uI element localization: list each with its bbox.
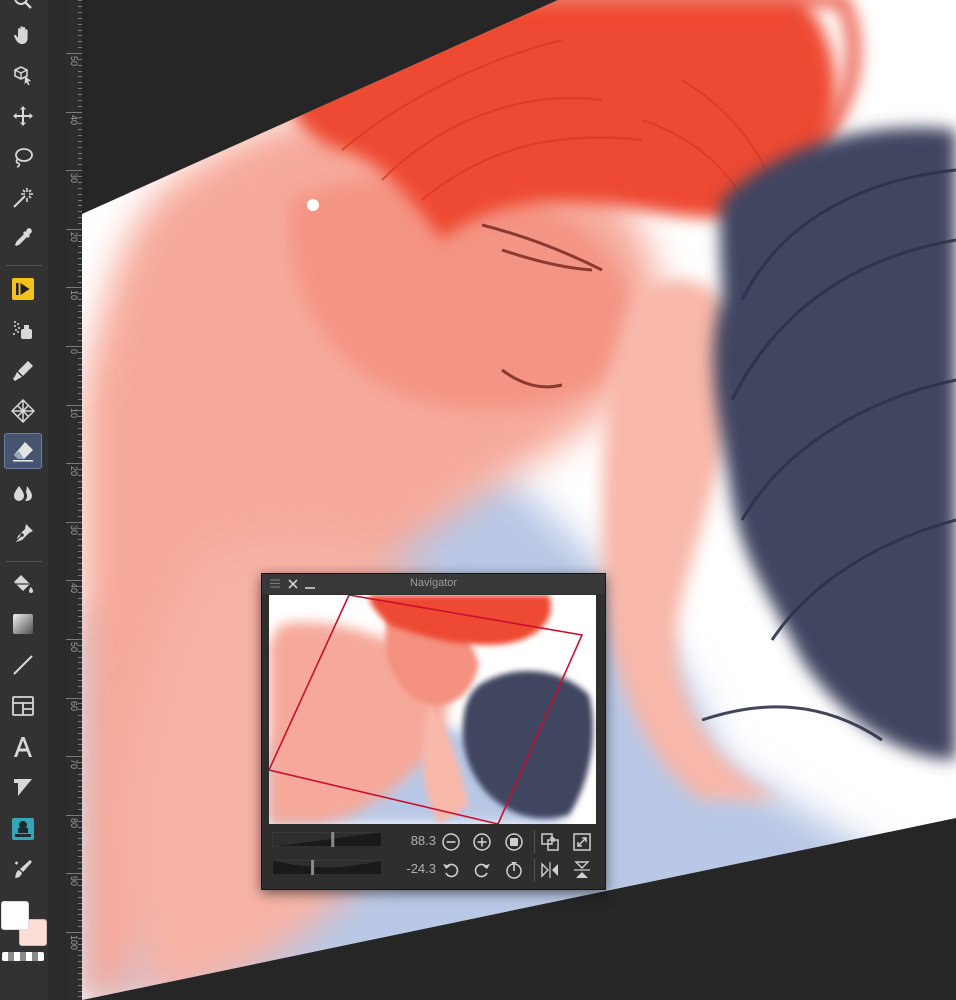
decoration-tool-button[interactable]	[4, 393, 42, 429]
fit-to-screen-button[interactable]	[571, 831, 593, 853]
eyedropper-tool-button[interactable]	[4, 220, 42, 256]
fit-screen-icon	[573, 833, 591, 851]
pattern-icon	[11, 399, 35, 423]
zoom-in-button[interactable]	[471, 831, 493, 853]
rotate-left-icon	[443, 863, 459, 878]
text-tool-button[interactable]	[4, 729, 42, 765]
fit-to-navigator-button[interactable]	[539, 831, 561, 853]
hand-tool-button[interactable]	[4, 17, 42, 53]
move-arrows-icon	[13, 106, 33, 126]
paint-bucket-icon	[14, 575, 33, 593]
gradient-tool-button[interactable]	[4, 606, 42, 642]
tool-palette	[0, 0, 48, 1000]
rotate-left-button[interactable]	[440, 859, 462, 881]
rotate-right-button[interactable]	[471, 859, 493, 881]
rotate-right-icon	[474, 863, 490, 878]
transparent-color-swatch[interactable]	[2, 952, 44, 961]
brush-tool-button[interactable]	[4, 516, 42, 552]
flip-vertical-icon	[574, 861, 590, 878]
airbrush-icon	[13, 321, 32, 339]
navigator-title: Navigator	[409, 577, 458, 589]
flip-vertical-button[interactable]	[571, 859, 593, 881]
reset-rotation-button[interactable]	[503, 859, 525, 881]
blend-tool-button[interactable]	[4, 475, 42, 511]
object-cursor-icon	[14, 66, 31, 86]
pen-icon	[13, 361, 33, 381]
magic-wand-icon	[13, 188, 33, 208]
navigator-panel: Navigator 88.3 -24.3	[261, 573, 606, 890]
zoom-value: 88.3	[410, 833, 436, 848]
timelapse-tool-button[interactable]	[4, 271, 42, 307]
flip-horizontal-button[interactable]	[539, 859, 561, 881]
vertical-ruler: 50 40 30 20 10 0 10 20 30 40 50 60 70 80 90 100	[66, 0, 83, 1000]
zoom-out-icon	[442, 833, 460, 851]
fit-inward-icon	[541, 833, 559, 851]
zoom-in-icon	[473, 833, 491, 851]
earring	[307, 199, 319, 211]
line-icon	[13, 655, 33, 675]
main-color-swatch[interactable]	[1, 901, 29, 930]
play-frame-icon	[12, 278, 34, 300]
lasso-tool-button[interactable]	[4, 139, 42, 175]
reset-rotation-icon	[506, 862, 522, 879]
eraser-tool-button[interactable]	[4, 433, 42, 469]
zoom-slider-handle[interactable]	[331, 832, 335, 847]
navigator-separator	[534, 831, 535, 853]
navigator-separator	[534, 859, 535, 881]
toolbar-separator	[6, 561, 42, 562]
object-tool-button[interactable]	[4, 57, 42, 93]
rotation-value: -24.3	[406, 861, 436, 876]
navigator-title-bar[interactable]: Navigator	[262, 574, 605, 594]
magnifier-icon	[14, 0, 32, 9]
hand-icon	[14, 26, 28, 44]
zoom-out-button[interactable]	[440, 831, 462, 853]
balloon-icon	[14, 779, 32, 796]
frame-tool-button[interactable]	[4, 688, 42, 724]
preview-image	[269, 595, 596, 824]
move-tool-button[interactable]	[4, 98, 42, 134]
frame-border-icon	[12, 696, 34, 716]
magic-brush-tool-button[interactable]	[4, 851, 42, 887]
droplets-icon	[14, 486, 32, 501]
flip-horizontal-icon	[541, 862, 558, 878]
toolbar-scroll-strip	[48, 0, 66, 1000]
stamp-icon	[12, 818, 34, 840]
actual-size-icon	[505, 833, 523, 851]
fill-tool-button[interactable]	[4, 566, 42, 602]
text-icon	[14, 737, 32, 757]
actual-size-button[interactable]	[503, 831, 525, 853]
pen-tool-button[interactable]	[4, 353, 42, 389]
rotation-slider-handle[interactable]	[311, 860, 315, 875]
toolbar-separator	[6, 265, 42, 266]
navigator-preview[interactable]	[269, 595, 596, 824]
airbrush-tool-button[interactable]	[4, 312, 42, 348]
figure-tool-button[interactable]	[4, 647, 42, 683]
magic-brush-icon	[15, 860, 32, 878]
zoom-tool-button[interactable]	[4, 0, 42, 18]
eyedropper-icon	[15, 228, 32, 246]
brush-nib-icon	[14, 524, 33, 543]
gradient-icon	[13, 614, 33, 634]
lasso-icon	[15, 148, 33, 168]
eraser-icon	[13, 442, 33, 462]
correct-line-tool-button[interactable]	[4, 811, 42, 847]
balloon-tool-button[interactable]	[4, 770, 42, 806]
auto-select-tool-button[interactable]	[4, 180, 42, 216]
